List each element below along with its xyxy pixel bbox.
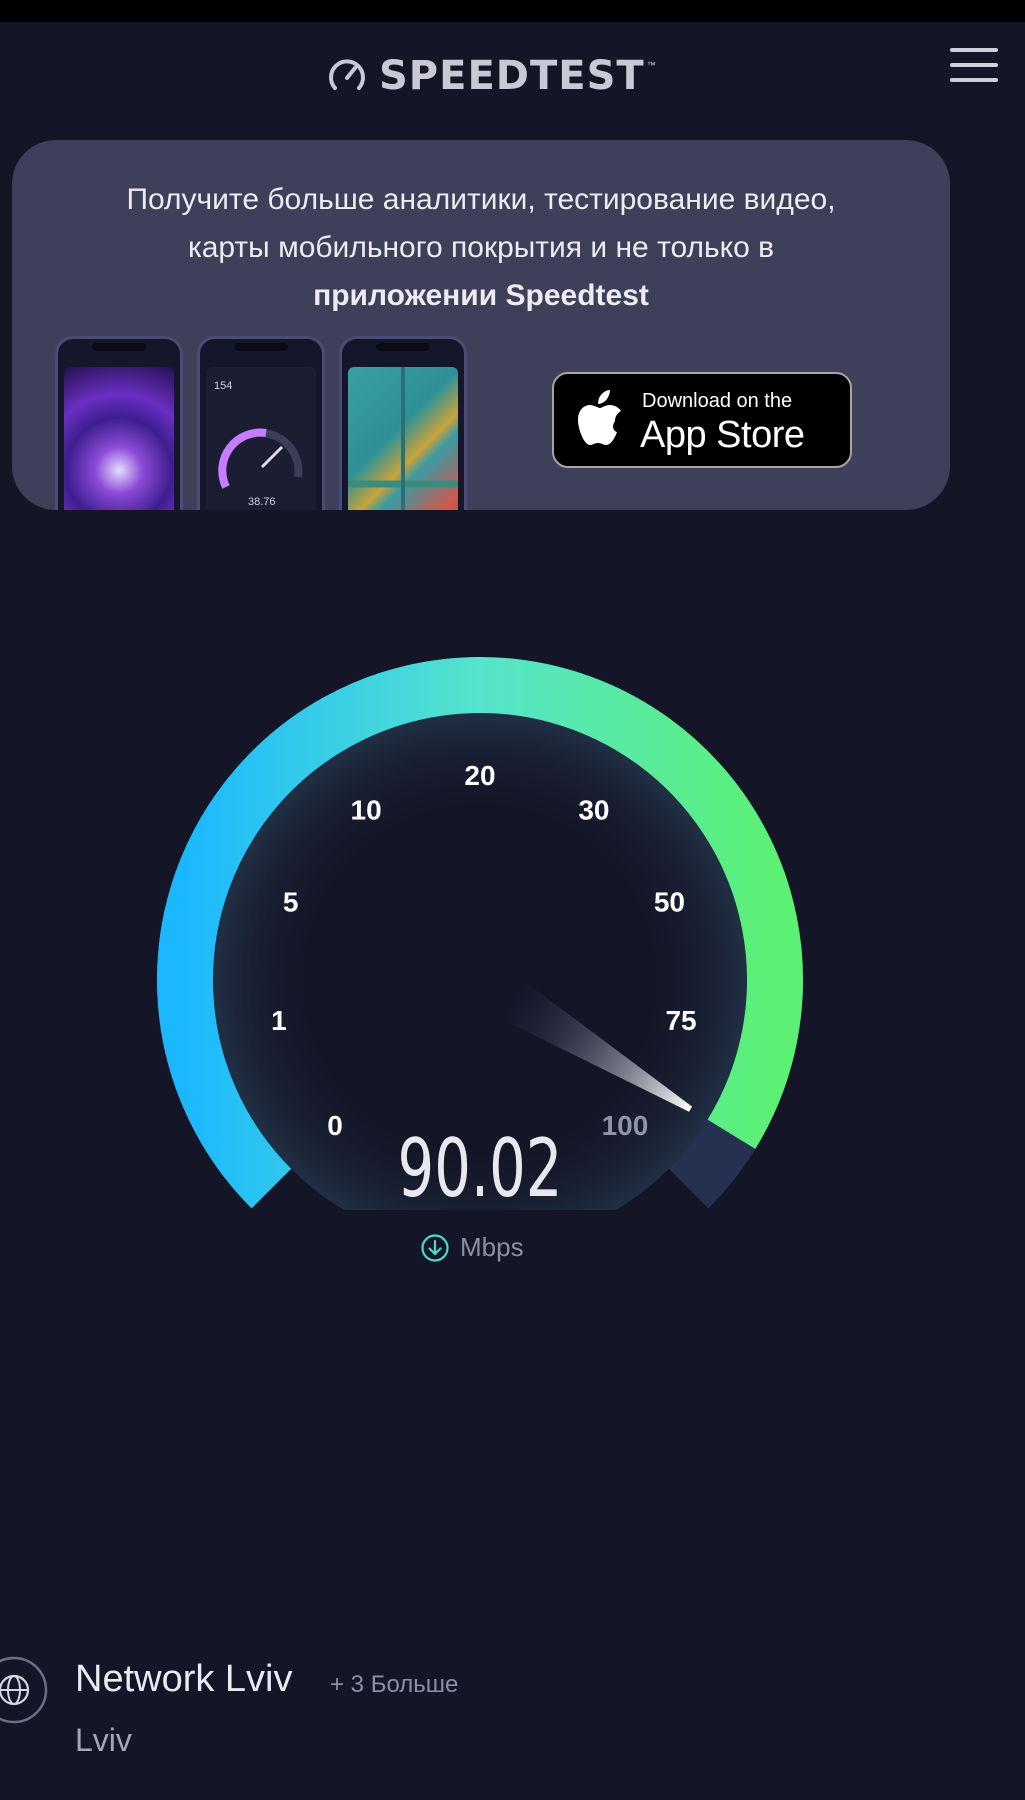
mini-gauge: 154 38.76 [214,380,303,508]
phone-value-top: 154 [214,380,232,392]
phone-screenshot-2: 154 38.76 [197,336,325,510]
logo-text: SPEEDTEST [379,53,645,99]
gauge-tick-label: 30 [578,795,609,826]
gauge-tick-label: 10 [351,795,382,826]
gauge-tick-label: 20 [464,760,495,791]
globe-icon[interactable] [0,1656,48,1724]
status-bar [0,0,1025,22]
speed-value: 90.02 [397,1122,563,1215]
phone-screenshot-1 [55,336,183,510]
server-name[interactable]: Network Lviv [75,1658,293,1701]
app-promo-banner: Получите больше аналитики, тестирование … [12,140,950,510]
promo-text: Получите больше аналитики, тестирование … [12,176,950,320]
gauge-tick-label: 5 [283,887,299,918]
more-servers-link[interactable]: + 3 Больше [330,1671,458,1699]
speedtest-logo[interactable]: SPEEDTEST ™ [325,52,656,100]
promo-line-1: Получите больше аналитики, тестирование … [126,183,836,216]
promo-line-2: карты мобильного покрытия и не только в [187,231,775,264]
server-location: Lviv [75,1722,132,1758]
phone-value-speed: 38.76 [248,496,276,508]
app-store-line-2: App Store [640,414,805,456]
apple-icon [578,390,621,445]
unit-label: Mbps [460,1232,524,1262]
gauge-tick-label: 1 [271,1005,287,1036]
speed-unit: Mbps [420,1232,524,1263]
gauge-tick-label: 75 [665,1005,696,1036]
download-arrow-icon [421,1233,449,1262]
promo-line-3: приложении Speedtest [313,279,649,312]
gauge-icon [329,59,365,90]
app-store-line-1: Download on the [642,390,793,412]
logo-trademark: ™ [646,60,656,70]
gauge-tick-label: 50 [654,887,685,918]
app-store-button[interactable]: Download on the App Store [552,372,852,468]
phone-screenshot-3 [339,336,467,510]
hamburger-menu-icon[interactable] [950,48,998,88]
